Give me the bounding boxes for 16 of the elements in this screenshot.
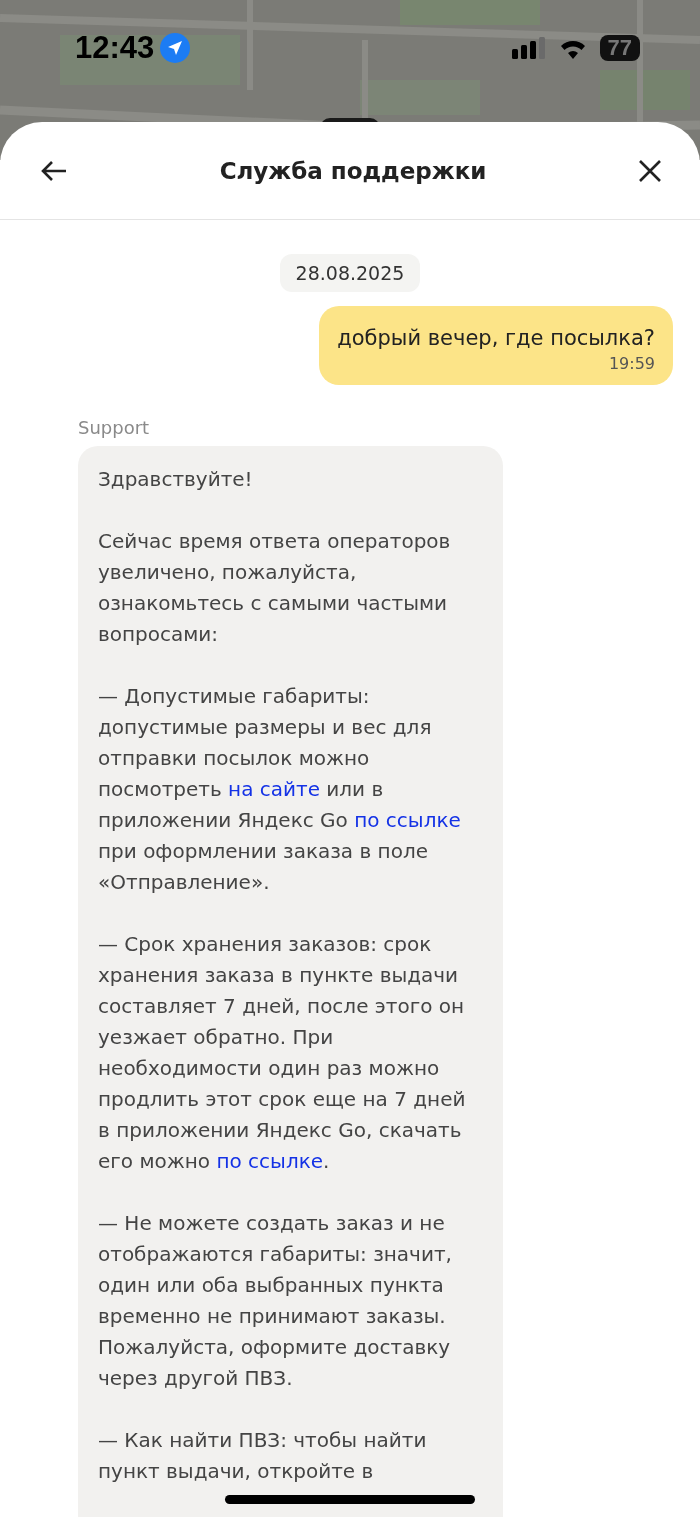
date-chip: 28.08.2025 (279, 254, 421, 292)
message-paragraph: — Допустимые габариты: допустимые размеры и вес для отправки посылок можно посмотреть на сайте или в приложении Яндекс Go по ссылке при оформлении заказа в поле «Отправление». (98, 683, 462, 896)
link[interactable]: по ссылке (354, 808, 461, 832)
message-paragraph: — Не можете создать заказ и не отображаются габариты: значит, один или оба выбранных пункта временно не принимают заказы. Пожалуйста, оформите доставку через другой ПВЗ. (98, 1210, 453, 1392)
link[interactable]: на сайте (228, 777, 320, 801)
message-paragraph: Сейчас время ответа операторов увеличено, пожалуйста, ознакомьтесь с самыми частыми вопросами: (98, 528, 452, 648)
message-paragraph: Здравствуйте! (98, 466, 254, 493)
header-title: Служба поддержки (219, 157, 487, 184)
message-paragraph: — Срок хранения заказов: срок хранения заказа в пункте выдачи составляет 7 дней, после этого он уезжает обратно. При необходимости один раз можно продлить этот срок еще на 7 дней в приложении Яндекс Go, скачать его можно по ссылке. (98, 931, 467, 1175)
message-time: 19:59 (608, 354, 655, 373)
message-paragraph: — Как найти ПВЗ: чтобы найти пункт выдачи, откройте в (98, 1427, 428, 1485)
sender-name: Support (78, 417, 150, 438)
clock-time: 12:43 (75, 29, 155, 66)
link[interactable]: по ссылке (216, 1149, 324, 1173)
cellular-signal-icon (511, 36, 546, 59)
message-text: добрый вечер, где посылка? (337, 326, 655, 350)
